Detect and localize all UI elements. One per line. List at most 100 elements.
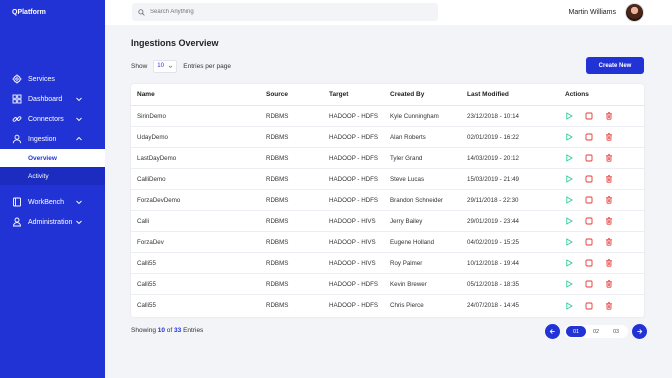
header-target[interactable]: Target (329, 84, 348, 105)
cell-created-by: Kevin Brewer (390, 280, 427, 288)
search-box[interactable] (132, 3, 438, 21)
sidebar-item-label: Administration (28, 218, 73, 226)
sidebar-item-label: WorkBench (28, 198, 65, 206)
trash-icon[interactable] (605, 112, 613, 120)
cell-source: RDBMS (266, 280, 289, 288)
user-name[interactable]: Martin Williams (569, 9, 616, 16)
cell-created-by: Kyle Cunningham (390, 112, 439, 120)
of-label: of (166, 327, 173, 334)
sidebar-item-services[interactable]: Services (0, 69, 105, 89)
table-row[interactable]: Calli55 RDBMS HADOOP - HDFS Chris Pierce 24/… (131, 295, 644, 316)
cell-target: HADOOP - HDFS (329, 302, 379, 309)
play-icon[interactable] (565, 280, 573, 288)
cell-name: ForzaDev (137, 238, 164, 246)
sidebar-subitem-overview[interactable]: Overview (0, 149, 105, 167)
sidebar-item-workbench[interactable]: WorkBench (0, 192, 105, 212)
table-row[interactable]: UdayDemo RDBMS HADOOP - HDFS Alan Roberts 02… (131, 127, 644, 148)
chevron-down-icon (76, 117, 82, 122)
stop-icon[interactable] (585, 196, 593, 204)
play-icon[interactable] (565, 259, 573, 267)
header-last-modified[interactable]: Last Modified (467, 84, 509, 105)
play-icon[interactable] (565, 112, 573, 120)
link-icon (12, 114, 22, 124)
header-source[interactable]: Source (266, 84, 288, 105)
cell-source: RDBMS (266, 259, 289, 267)
cell-source: RDBMS (266, 133, 289, 141)
cell-source: RDBMS (266, 175, 289, 183)
stop-icon[interactable] (585, 302, 593, 310)
cell-name: Calli55 (137, 302, 156, 309)
play-icon[interactable] (565, 154, 573, 162)
sidebar-item-label: Ingestion (28, 135, 57, 143)
play-icon[interactable] (565, 301, 573, 310)
trash-icon[interactable] (605, 217, 613, 225)
trash-icon[interactable] (605, 175, 613, 183)
table-row[interactable]: Calli55 RDBMS HADOOP - HIVS Roy Palmer 10/12… (131, 253, 644, 274)
header-name[interactable]: Name (137, 84, 155, 105)
table-row[interactable]: ForzaDev RDBMS HADOOP - HIVS Eugene Holland… (131, 232, 644, 253)
stop-icon[interactable] (585, 133, 593, 141)
table-row[interactable]: ForzaDevDemo RDBMS HADOOP - HDFS Brandon Sc… (131, 190, 644, 211)
page-numbers: 01 02 03 (564, 325, 628, 338)
play-icon[interactable] (565, 217, 573, 225)
sidebar-item-connectors[interactable]: Connectors (0, 109, 105, 129)
arrow-right-icon (637, 329, 643, 334)
table-row[interactable]: LastDayDemo RDBMS HADOOP - HDFS Tyler Grand… (131, 148, 644, 169)
stop-icon[interactable] (585, 175, 593, 183)
create-new-button[interactable]: Create New (586, 57, 644, 74)
gear-icon (12, 74, 22, 84)
sidebar-item-ingestion[interactable]: Ingestion (0, 129, 105, 149)
play-icon[interactable] (565, 175, 573, 183)
stop-icon[interactable] (585, 280, 593, 288)
trash-icon[interactable] (605, 154, 613, 162)
table-row[interactable]: Calli RDBMS HADOOP - HIVS Jerry Bailey 29/01… (131, 211, 644, 232)
next-page-button[interactable] (632, 324, 647, 339)
stop-icon[interactable] (585, 112, 593, 120)
page-button[interactable]: 01 (566, 326, 586, 337)
sidebar-item-administration[interactable]: Administration (0, 212, 105, 232)
table-row[interactable]: Calli55 RDBMS HADOOP - HDFS Kevin Brewer 05/… (131, 274, 644, 295)
cell-actions (565, 253, 613, 273)
stop-icon[interactable] (585, 238, 593, 246)
cell-target: HADOOP - HDFS (329, 175, 379, 183)
sidebar-subitem-activity[interactable]: Activity (0, 167, 105, 185)
cell-last-modified: 10/12/2018 - 19:44 (467, 259, 519, 267)
stop-icon[interactable] (585, 259, 593, 267)
cell-created-by: Tyler Grand (390, 154, 423, 162)
user-icon (12, 134, 22, 144)
cell-name: LastDayDemo (137, 154, 177, 162)
trash-icon[interactable] (605, 133, 613, 141)
sidebar-nav: Services Dashboard Connectors Ingestion … (0, 69, 105, 232)
table-row[interactable]: SirinDemo RDBMS HADOOP - HDFS Kyle Cunningh… (131, 106, 644, 127)
trash-icon[interactable] (605, 238, 613, 246)
page-size-control: Show 10 Entries per page (131, 59, 231, 73)
cell-actions (565, 148, 613, 168)
cell-last-modified: 02/01/2019 - 16:22 (467, 133, 519, 141)
top-bar: Martin Williams (105, 0, 672, 25)
page-size-select[interactable]: 10 (153, 59, 178, 73)
cell-target: HADOOP - HDFS (329, 133, 379, 141)
play-icon[interactable] (565, 238, 573, 246)
trash-icon[interactable] (605, 196, 613, 204)
cell-target: HADOOP - HDFS (329, 280, 379, 288)
trash-icon[interactable] (605, 259, 613, 267)
arrow-left-icon (549, 329, 555, 334)
cell-source: RDBMS (266, 302, 289, 309)
page-button[interactable]: 03 (606, 326, 626, 337)
page-button[interactable]: 02 (586, 326, 606, 337)
header-created-by[interactable]: Created By (390, 84, 424, 105)
avatar[interactable] (625, 3, 644, 22)
stop-icon[interactable] (585, 217, 593, 225)
cell-target: HADOOP - HDFS (329, 112, 379, 120)
cell-last-modified: 23/12/2018 - 10:14 (467, 112, 519, 120)
table-row[interactable]: CalliDemo RDBMS HADOOP - HDFS Steve Lucas 15… (131, 169, 644, 190)
stop-icon[interactable] (585, 154, 593, 162)
play-icon[interactable] (565, 196, 573, 204)
sidebar-item-dashboard[interactable]: Dashboard (0, 89, 105, 109)
cell-last-modified: 15/03/2019 - 21:49 (467, 175, 519, 183)
search-input[interactable] (150, 9, 400, 15)
trash-icon[interactable] (605, 280, 613, 288)
trash-icon[interactable] (605, 301, 613, 310)
play-icon[interactable] (565, 133, 573, 141)
prev-page-button[interactable] (545, 324, 560, 339)
